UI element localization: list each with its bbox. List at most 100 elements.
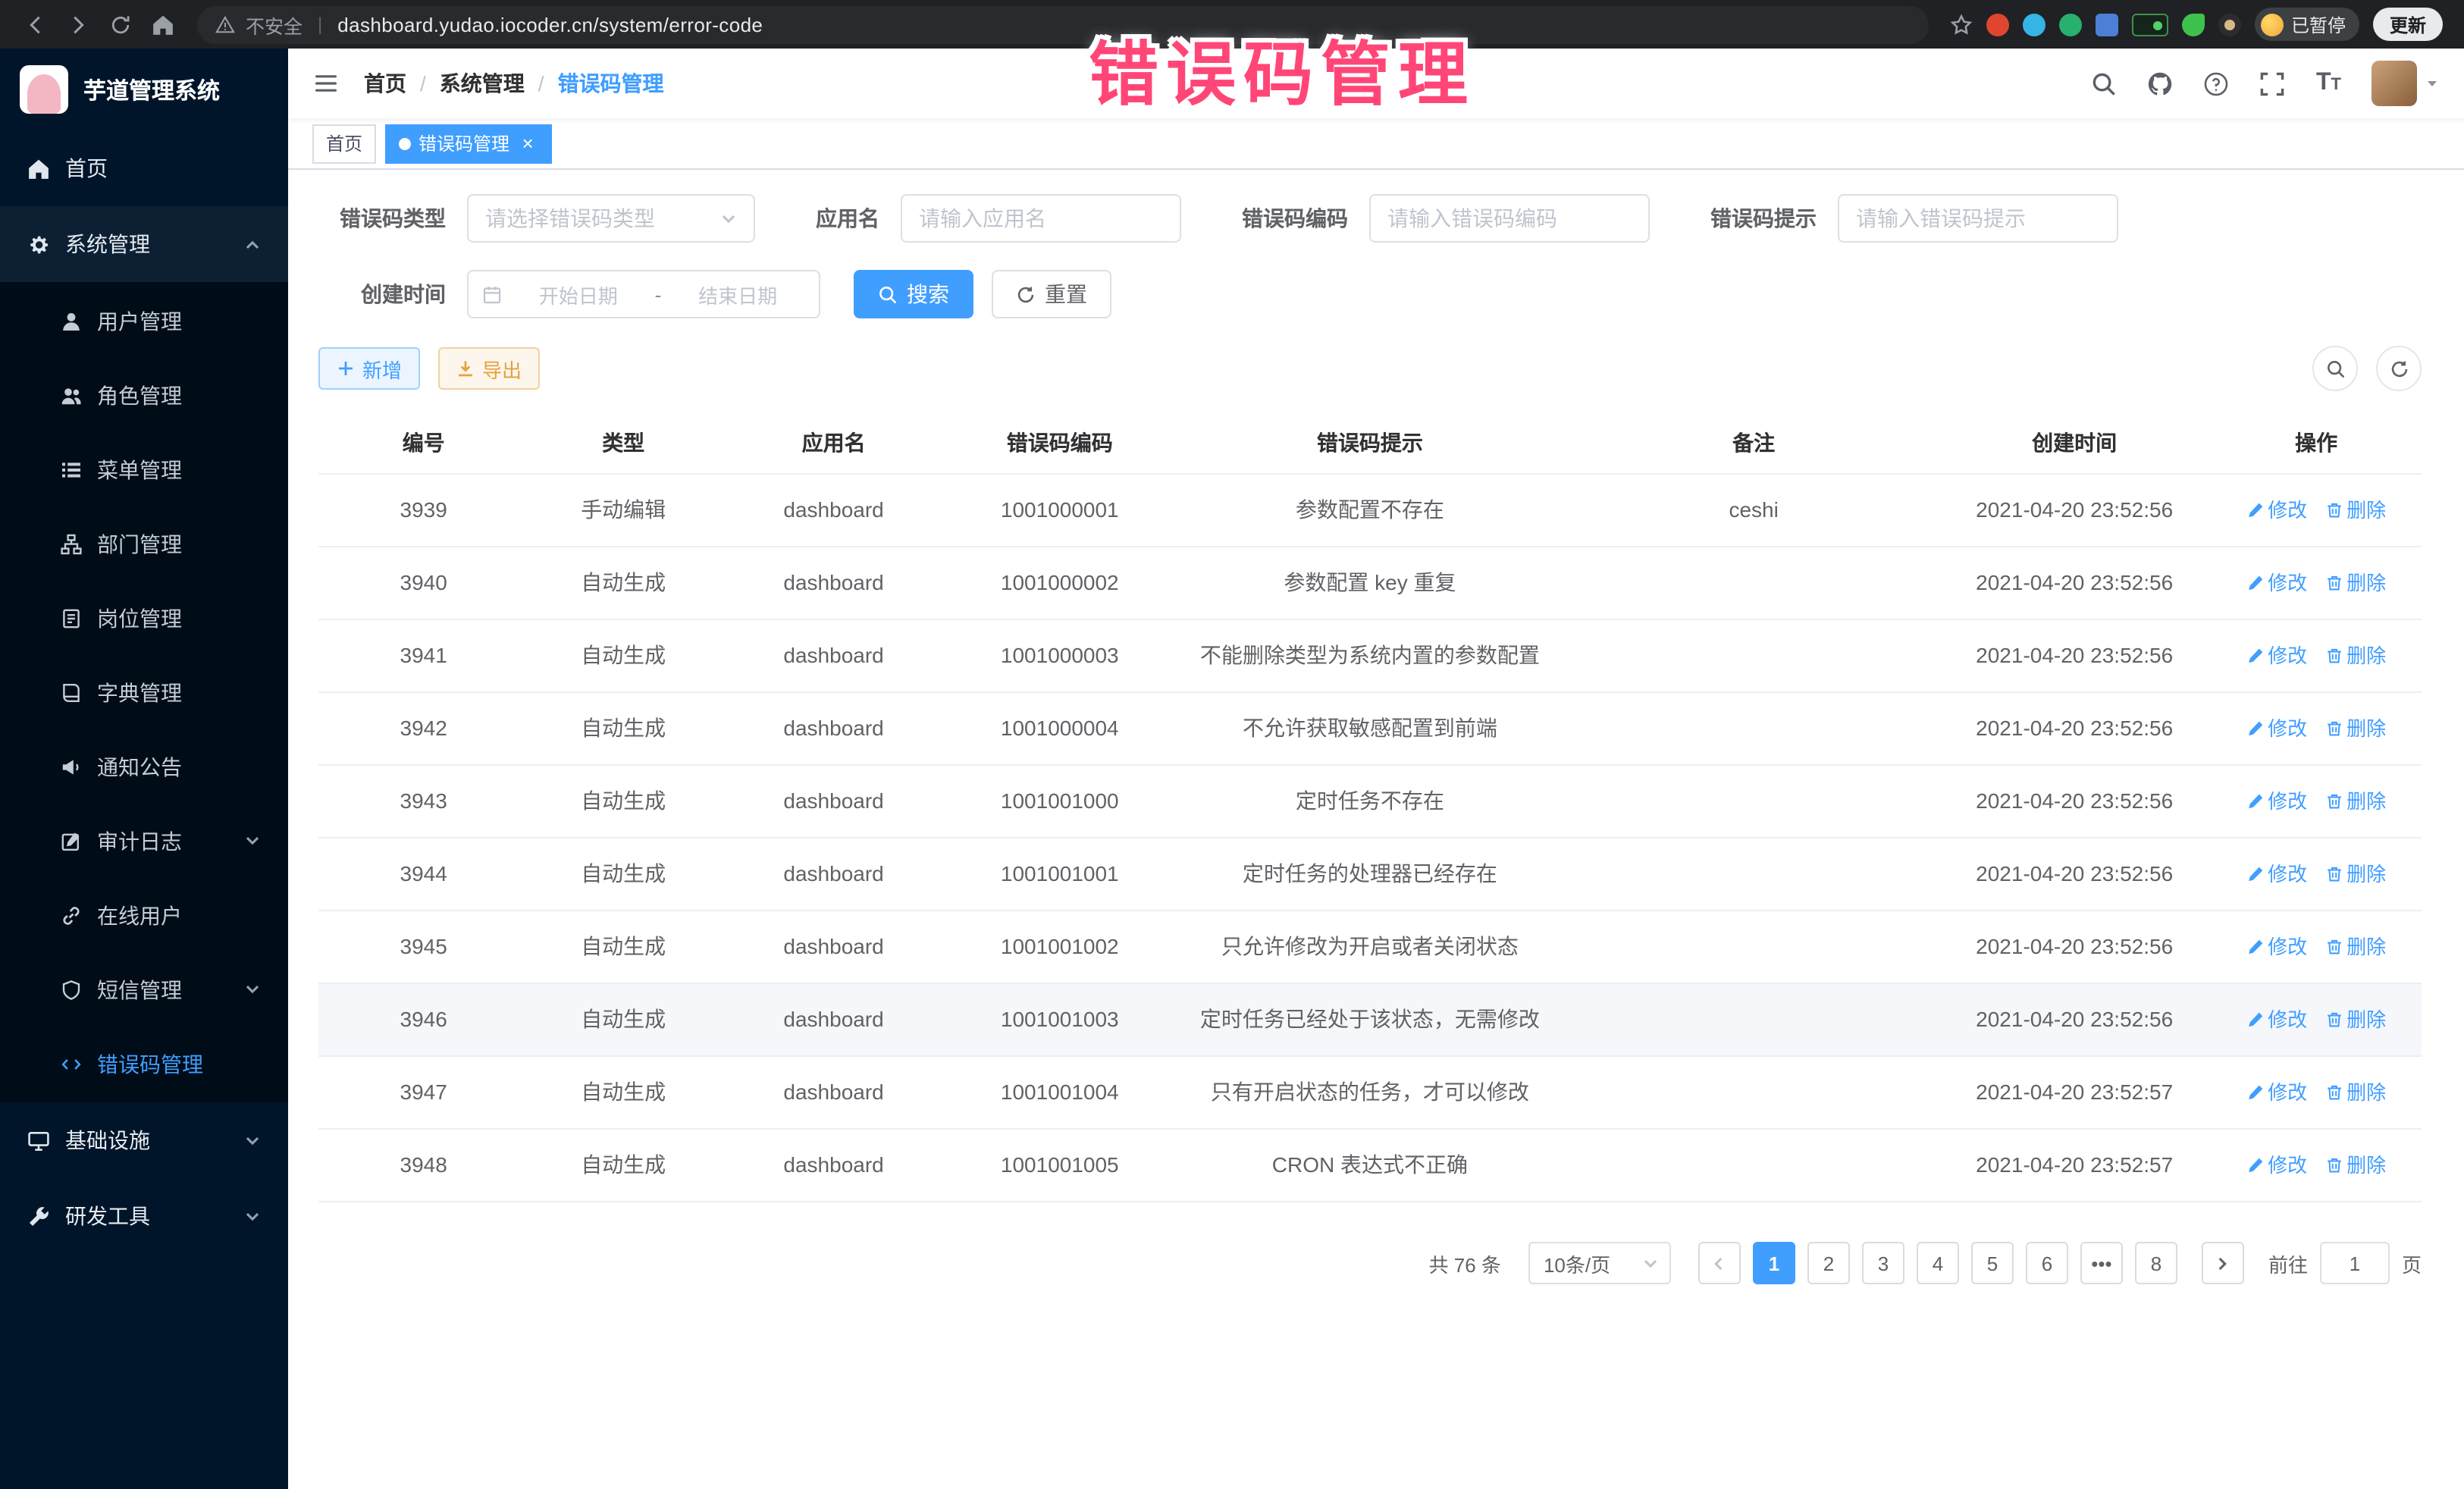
error-hint-input[interactable] [1838,194,2118,243]
delete-link[interactable]: 删除 [2325,860,2386,889]
chevron-down-icon [244,832,261,849]
page-button-3[interactable]: 3 [1862,1242,1904,1284]
user-menu[interactable] [2372,61,2440,106]
page-button-•••[interactable]: ••• [2080,1242,2123,1284]
error-code-input[interactable] [1369,194,1650,243]
sidebar-subitem-2[interactable]: 菜单管理 [0,432,288,506]
hamburger-icon[interactable] [312,71,340,96]
sidebar-subitem-7[interactable]: 审计日志 [0,804,288,878]
fullscreen-icon[interactable] [2260,71,2286,96]
delete-link[interactable]: 删除 [2325,569,2386,598]
reset-button[interactable]: 重置 [992,270,1111,318]
cell-memo [1569,547,1937,619]
extension-icon-5[interactable] [2132,13,2168,36]
edit-link[interactable]: 修改 [2246,1005,2307,1035]
date-range-picker[interactable]: 开始日期 - 结束日期 [467,270,820,318]
extension-icon-1[interactable] [1986,13,2009,36]
font-size-icon[interactable]: TT [2316,70,2341,97]
delete-link[interactable]: 删除 [2325,1078,2386,1108]
delete-link[interactable]: 删除 [2325,496,2386,525]
cell-message: 定时任务已经处于该状态，无需修改 [1170,984,1569,1055]
delete-link[interactable]: 删除 [2325,641,2386,671]
edit-link[interactable]: 修改 [2246,714,2307,744]
sidebar-subitem-6[interactable]: 通知公告 [0,729,288,804]
edit-link[interactable]: 修改 [2246,860,2307,889]
chevron-down-icon [244,981,261,998]
page-button-2[interactable]: 2 [1807,1242,1850,1284]
update-button[interactable]: 更新 [2373,8,2443,41]
add-button[interactable]: 新增 [318,347,420,390]
breadcrumb-item[interactable]: 首页 [364,68,406,99]
filter-label-type: 错误码类型 [318,203,446,234]
delete-link[interactable]: 删除 [2325,714,2386,744]
reload-icon[interactable] [100,5,140,44]
edit-link[interactable]: 修改 [2246,933,2307,962]
profile-badge[interactable]: 已暂停 [2255,8,2359,41]
edit-icon [2246,502,2263,519]
home-icon[interactable] [143,5,182,44]
next-page-button[interactable] [2202,1242,2244,1284]
sidebar-subitem-10[interactable]: 错误码管理 [0,1027,288,1101]
extension-icon-6[interactable] [2182,13,2205,36]
delete-link[interactable]: 删除 [2325,1005,2386,1035]
toggle-search-button[interactable] [2312,346,2358,391]
edit-link[interactable]: 修改 [2246,569,2307,598]
sidebar-item-3[interactable]: 研发工具 [0,1178,288,1254]
tag-0[interactable]: 首页 [312,124,376,163]
address-bar[interactable]: 不安全 | dashboard.yudao.iocoder.cn/system/… [197,5,1929,43]
export-button[interactable]: 导出 [438,347,540,390]
sidebar-item-2[interactable]: 基础设施 [0,1102,288,1178]
sidebar-subitem-0[interactable]: 用户管理 [0,284,288,358]
edit-link[interactable]: 修改 [2246,1078,2307,1108]
extension-icon-3[interactable] [2059,13,2082,36]
page-button-1[interactable]: 1 [1753,1242,1795,1284]
edit-link[interactable]: 修改 [2246,787,2307,817]
tag-close-icon[interactable]: × [517,133,538,154]
github-icon[interactable] [2148,71,2174,96]
sidebar-subitem-9[interactable]: 短信管理 [0,952,288,1027]
sidebar-subitem-1[interactable]: 角色管理 [0,358,288,432]
search-icon[interactable] [2092,71,2118,96]
table-toolbar: 新增 导出 [318,346,2422,391]
edit-link[interactable]: 修改 [2246,496,2307,525]
edit-link[interactable]: 修改 [2246,1151,2307,1180]
edit-icon [2246,793,2263,810]
refresh-table-button[interactable] [2376,346,2422,391]
sidebar-subitem-8[interactable]: 在线用户 [0,878,288,952]
reset-button-label: 重置 [1045,279,1087,309]
edit-link[interactable]: 修改 [2246,641,2307,671]
forward-icon[interactable] [58,5,97,44]
delete-link[interactable]: 删除 [2325,933,2386,962]
user-icon [61,310,82,331]
cell-type: 自动生成 [528,547,718,619]
search-button[interactable]: 搜索 [854,270,973,318]
extension-icon-7[interactable] [2218,13,2241,36]
bookmark-star-icon[interactable] [1950,13,1973,36]
goto-page-input[interactable] [2320,1242,2390,1284]
prev-page-button[interactable] [1698,1242,1741,1284]
page-button-4[interactable]: 4 [1917,1242,1959,1284]
page-size-select[interactable]: 10条/页 [1528,1242,1671,1284]
page-button-6[interactable]: 6 [2026,1242,2068,1284]
back-icon[interactable] [15,5,55,44]
app-name-input[interactable] [901,194,1181,243]
breadcrumb-item[interactable]: 系统管理 [440,68,525,99]
delete-link[interactable]: 删除 [2325,1151,2386,1180]
delete-link[interactable]: 删除 [2325,787,2386,817]
sidebar-item-0[interactable]: 首页 [0,130,288,206]
sidebar-item-1[interactable]: 系统管理 [0,206,288,282]
help-icon[interactable] [2204,71,2230,96]
page-button-8[interactable]: 8 [2135,1242,2177,1284]
edit-icon [2246,866,2263,882]
sidebar-subitem-4[interactable]: 岗位管理 [0,581,288,655]
breadcrumb-item[interactable]: 错误码管理 [558,68,664,99]
sidebar-subitem-3[interactable]: 部门管理 [0,506,288,581]
extension-icon-4[interactable] [2096,13,2118,36]
tag-1[interactable]: 错误码管理× [385,124,552,163]
sidebar-subitem-5[interactable]: 字典管理 [0,655,288,729]
page-button-5[interactable]: 5 [1971,1242,2014,1284]
app-logo-row[interactable]: 芋道管理系统 [0,49,288,130]
error-type-select[interactable]: 请选择错误码类型 [467,194,755,243]
extension-icon-2[interactable] [2023,13,2045,36]
calendar-icon [482,284,502,304]
